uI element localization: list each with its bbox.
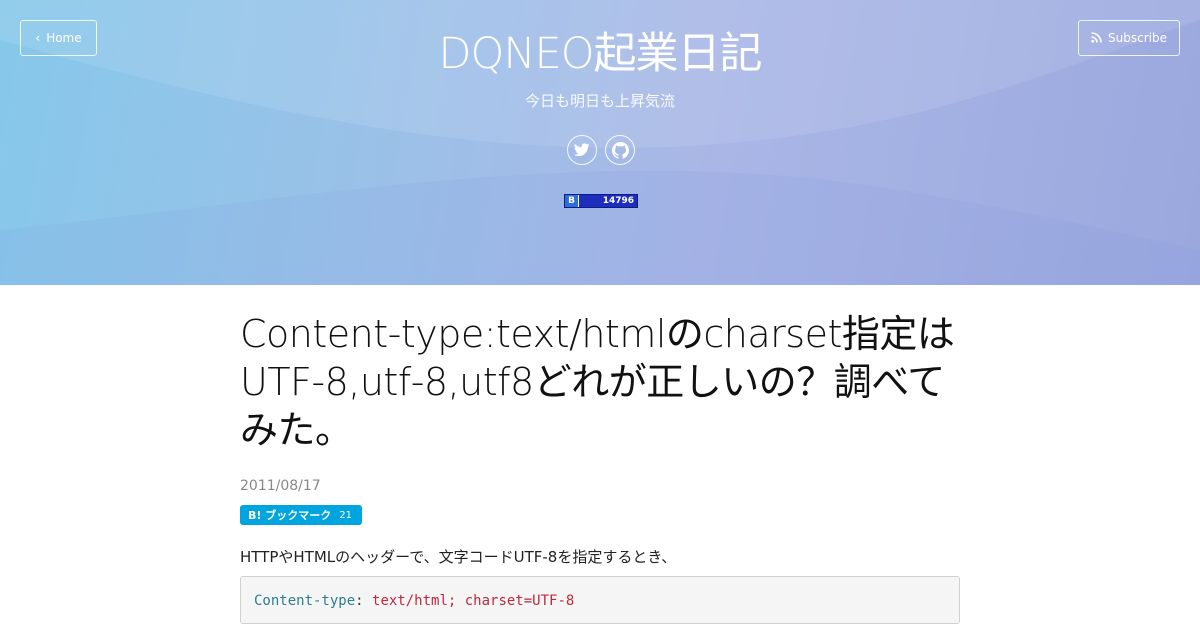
github-link[interactable] bbox=[605, 135, 635, 165]
hatena-bookmark-button[interactable]: B! ブックマーク 21 bbox=[240, 505, 362, 525]
bookmark-label: B! ブックマーク bbox=[248, 509, 332, 522]
article: Content-type:text/htmlのcharset指定はUTF-8,u… bbox=[240, 310, 960, 624]
hatena-count: 14796 bbox=[602, 196, 634, 206]
post-lead-paragraph: HTTPやHTMLのヘッダーで、文字コードUTF-8を指定するとき、 bbox=[240, 548, 677, 566]
code-value: text/html; charset=UTF-8 bbox=[372, 593, 575, 609]
code-key: Content-type bbox=[254, 593, 356, 609]
social-links bbox=[567, 135, 635, 165]
post-date: 2011/08/17 bbox=[240, 478, 321, 494]
github-icon bbox=[611, 141, 629, 159]
post-title: Content-type:text/htmlのcharset指定はUTF-8,u… bbox=[240, 312, 955, 452]
site-header: ‹ Home Subscribe DQNEO起業日記 今日も明日も上昇気流 B … bbox=[0, 0, 1200, 285]
site-subtitle: 今日も明日も上昇気流 bbox=[524, 92, 675, 110]
code-block: Content-type: text/html; charset=UTF-8 bbox=[240, 576, 960, 624]
code-separator: : bbox=[355, 593, 373, 609]
site-title[interactable]: DQNEO起業日記 bbox=[0, 26, 1200, 82]
twitter-icon bbox=[574, 143, 590, 157]
bookmark-count: 21 bbox=[339, 509, 352, 521]
twitter-link[interactable] bbox=[567, 135, 597, 165]
hatena-bookmark-counter[interactable]: B 14796 bbox=[564, 194, 638, 208]
hatena-b-icon: B bbox=[565, 195, 579, 207]
